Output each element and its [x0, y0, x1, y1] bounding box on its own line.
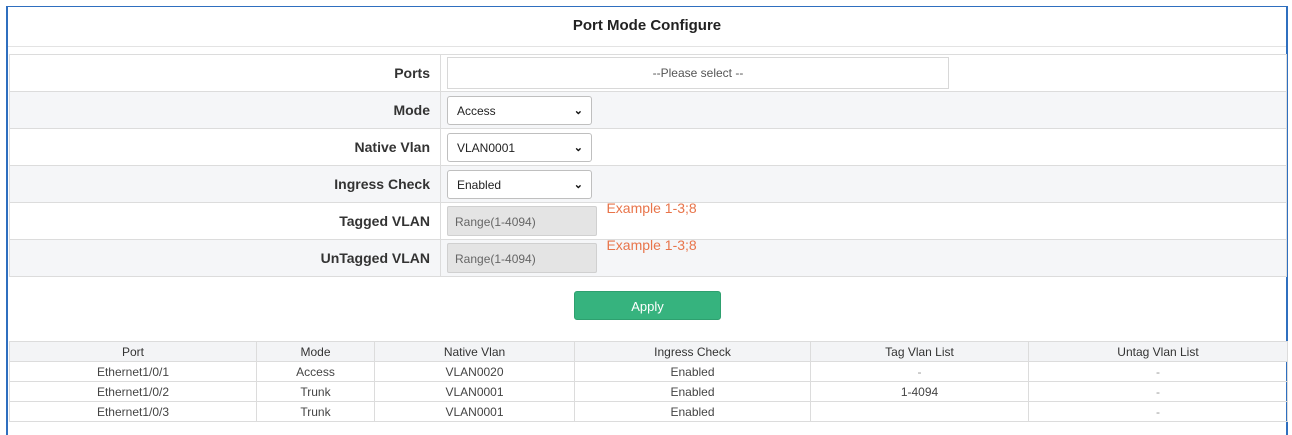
mode-select[interactable]: Access ⌄	[447, 95, 592, 125]
cell-untag-vlan-list: -	[1028, 381, 1288, 402]
cell-native-vlan: VLAN0001	[374, 401, 575, 422]
cell-ingress-check: Enabled	[574, 381, 811, 402]
cell-untag-vlan-list: -	[1028, 361, 1288, 382]
table-row[interactable]: Ethernet1/0/2 Trunk VLAN0001 Enabled 1-4…	[9, 381, 1288, 402]
page-title: Port Mode Configure	[8, 6, 1286, 47]
untagged-vlan-example: Example 1-3;8	[606, 237, 697, 253]
col-untag-vlan-list-header: Untag Vlan List	[1028, 341, 1288, 362]
cell-mode: Trunk	[256, 401, 375, 422]
ports-row: Ports --Please select --	[9, 54, 1287, 92]
chevron-down-icon: ⌄	[573, 104, 583, 117]
port-mode-table: Port Mode Native Vlan Ingress Check Tag …	[9, 341, 1288, 422]
untagged-vlan-row: UnTagged VLAN Range(1-4094) Example 1-3;…	[9, 237, 1287, 277]
native-vlan-select-value: VLAN0001	[457, 140, 516, 155]
native-vlan-label: Native Vlan	[9, 128, 441, 166]
untagged-vlan-label: UnTagged VLAN	[9, 239, 441, 277]
mode-row: Mode Access ⌄	[9, 91, 1287, 129]
tagged-vlan-row: Tagged VLAN Range(1-4094) Example 1-3;8	[9, 200, 1287, 240]
native-vlan-select[interactable]: VLAN0001 ⌄	[447, 132, 592, 162]
ingress-check-select-value: Enabled	[457, 177, 502, 192]
cell-mode: Access	[256, 361, 375, 382]
col-tag-vlan-list-header: Tag Vlan List	[810, 341, 1029, 362]
native-vlan-row: Native Vlan VLAN0001 ⌄	[9, 128, 1287, 166]
ports-label: Ports	[9, 54, 441, 92]
cell-ingress-check: Enabled	[574, 361, 811, 382]
cell-tag-vlan-list: 1-4094	[810, 381, 1029, 402]
cell-ingress-check: Enabled	[574, 401, 811, 422]
table-row[interactable]: Ethernet1/0/3 Trunk VLAN0001 Enabled -	[9, 401, 1288, 422]
tagged-vlan-label: Tagged VLAN	[9, 202, 441, 240]
col-ingress-check-header: Ingress Check	[574, 341, 811, 362]
ingress-check-row: Ingress Check Enabled ⌄	[9, 165, 1287, 203]
cell-mode: Trunk	[256, 381, 375, 402]
tagged-vlan-example: Example 1-3;8	[606, 200, 697, 216]
chevron-down-icon: ⌄	[573, 141, 583, 154]
cell-native-vlan: VLAN0001	[374, 381, 575, 402]
table-header-row: Port Mode Native Vlan Ingress Check Tag …	[9, 341, 1288, 362]
chevron-down-icon: ⌄	[573, 178, 583, 191]
ports-select[interactable]: --Please select --	[447, 57, 949, 89]
ingress-check-select[interactable]: Enabled ⌄	[447, 169, 592, 199]
col-port-header: Port	[9, 341, 257, 362]
ingress-check-label: Ingress Check	[9, 165, 441, 203]
mode-select-value: Access	[457, 103, 496, 118]
cell-tag-vlan-list: -	[810, 361, 1029, 382]
cell-port: Ethernet1/0/2	[9, 381, 257, 402]
cell-native-vlan: VLAN0020	[374, 361, 575, 382]
tagged-vlan-input[interactable]: Range(1-4094)	[447, 206, 597, 236]
cell-port: Ethernet1/0/1	[9, 361, 257, 382]
cell-untag-vlan-list: -	[1028, 401, 1288, 422]
config-form: Ports --Please select -- Mode Access ⌄ N…	[9, 54, 1287, 277]
cell-port: Ethernet1/0/3	[9, 401, 257, 422]
untagged-vlan-input[interactable]: Range(1-4094)	[447, 243, 597, 273]
col-native-vlan-header: Native Vlan	[374, 341, 575, 362]
mode-label: Mode	[9, 91, 441, 129]
table-row[interactable]: Ethernet1/0/1 Access VLAN0020 Enabled - …	[9, 361, 1288, 382]
cell-tag-vlan-list	[810, 401, 1029, 422]
apply-button[interactable]: Apply	[574, 291, 721, 320]
col-mode-header: Mode	[256, 341, 375, 362]
